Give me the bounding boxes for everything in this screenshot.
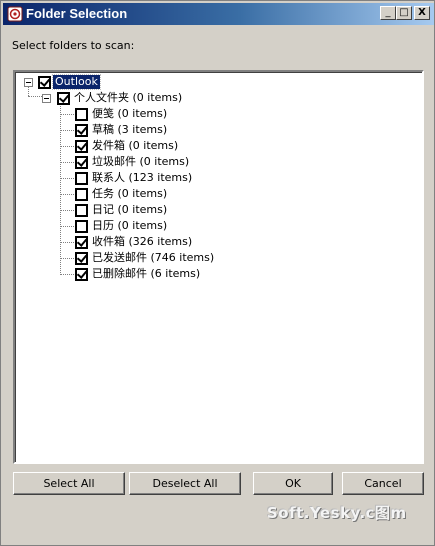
- tree-item-folder[interactable]: 草稿 (3 items): [90, 123, 169, 137]
- cancel-button[interactable]: Cancel: [342, 472, 424, 495]
- tree-line: [60, 194, 74, 195]
- check-mark-icon: [39, 76, 51, 87]
- folder-checkbox[interactable]: [75, 172, 88, 185]
- check-mark-icon: [58, 92, 70, 103]
- folder-checkbox[interactable]: [75, 140, 88, 153]
- folder-selection-dialog: Folder Selection _ □ X Select folders to…: [0, 0, 435, 546]
- tree-line: [60, 274, 74, 275]
- close-button[interactable]: X: [414, 6, 430, 20]
- maximize-button[interactable]: □: [396, 6, 412, 20]
- check-mark-icon: [76, 156, 88, 167]
- tree-line: [60, 100, 61, 273]
- tree-line: [60, 146, 74, 147]
- check-mark-icon: [76, 124, 88, 135]
- title-bar[interactable]: Folder Selection _ □ X: [3, 3, 434, 25]
- watermark: Soft.Yesky.c图m: [267, 504, 407, 522]
- tree-item-folder[interactable]: 已删除邮件 (6 items): [90, 267, 202, 281]
- personal-folders-checkbox[interactable]: [57, 92, 70, 105]
- tree-line: [60, 114, 74, 115]
- app-icon: [7, 6, 23, 22]
- check-mark-icon: [76, 252, 88, 263]
- tree-item-outlook[interactable]: Outlook: [52, 74, 101, 90]
- select-all-button[interactable]: Select All: [13, 472, 125, 495]
- folder-checkbox[interactable]: [75, 204, 88, 217]
- tree-line: [60, 162, 74, 163]
- folder-checkbox[interactable]: [75, 188, 88, 201]
- minimize-button[interactable]: _: [380, 6, 396, 20]
- tree-item-folder[interactable]: 日历 (0 items): [90, 219, 169, 233]
- outlook-checkbox[interactable]: [38, 76, 51, 89]
- folder-checkbox[interactable]: [75, 252, 88, 265]
- window-title: Folder Selection: [26, 6, 128, 21]
- tree-item-folder[interactable]: 便笺 (0 items): [90, 107, 169, 121]
- ok-button[interactable]: OK: [253, 472, 333, 495]
- collapse-icon[interactable]: [24, 78, 33, 87]
- folder-checkbox[interactable]: [75, 220, 88, 233]
- check-mark-icon: [76, 268, 88, 279]
- tree-line: [60, 178, 74, 179]
- tree-item-folder[interactable]: 收件箱 (326 items): [90, 235, 194, 249]
- tree-line: [60, 258, 74, 259]
- deselect-all-button[interactable]: Deselect All: [129, 472, 241, 495]
- tree-item-folder[interactable]: 日记 (0 items): [90, 203, 169, 217]
- folder-checkbox[interactable]: [75, 156, 88, 169]
- folder-tree[interactable]: Outlook 个人文件夹 (0 items) 便笺 (0 items) 草稿 (…: [13, 70, 424, 464]
- folder-checkbox[interactable]: [75, 268, 88, 281]
- instruction-label: Select folders to scan:: [12, 39, 135, 52]
- tree-item-folder[interactable]: 垃圾邮件 (0 items): [90, 155, 191, 169]
- tree-line: [60, 242, 74, 243]
- tree-item-folder[interactable]: 发件箱 (0 items): [90, 139, 180, 153]
- tree-line: [28, 96, 42, 97]
- tree-line: [60, 210, 74, 211]
- folder-checkbox[interactable]: [75, 236, 88, 249]
- check-mark-icon: [76, 140, 88, 151]
- tree-item-folder[interactable]: 已发送邮件 (746 items): [90, 251, 216, 265]
- tree-item-personal-folders[interactable]: 个人文件夹 (0 items): [72, 91, 184, 105]
- tree-line: [60, 130, 74, 131]
- folder-checkbox[interactable]: [75, 108, 88, 121]
- tree-line: [60, 226, 74, 227]
- folder-checkbox[interactable]: [75, 124, 88, 137]
- collapse-icon[interactable]: [42, 94, 51, 103]
- tree-item-folder[interactable]: 联系人 (123 items): [90, 171, 194, 185]
- tree-item-folder[interactable]: 任务 (0 items): [90, 187, 169, 201]
- check-mark-icon: [76, 236, 88, 247]
